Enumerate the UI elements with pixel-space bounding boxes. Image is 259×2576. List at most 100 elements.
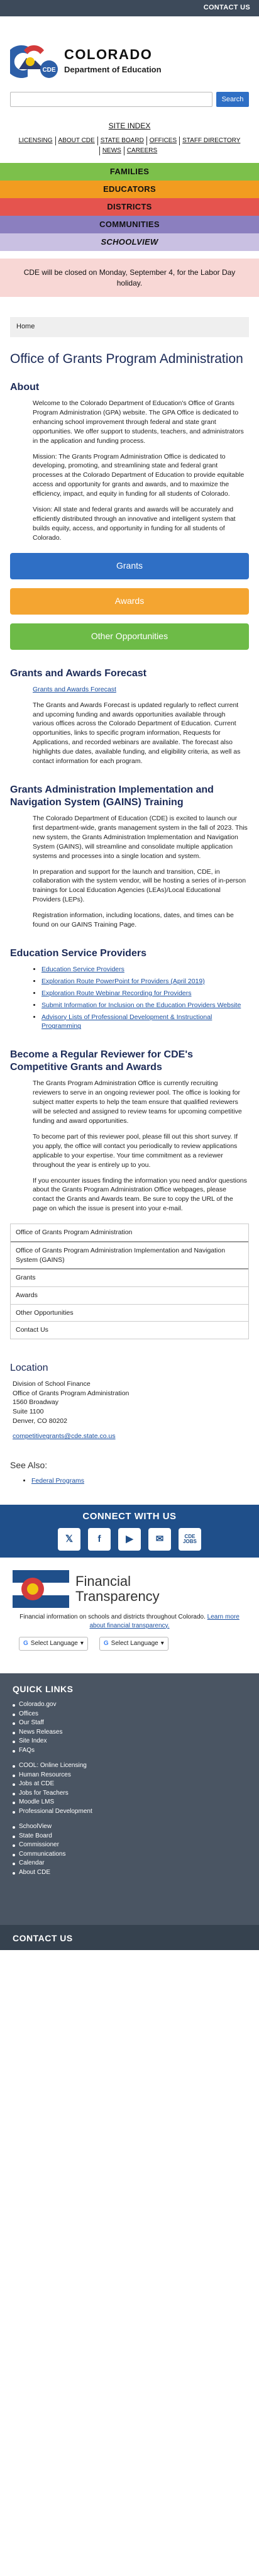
ql-about-cde[interactable]: About CDE [13, 1868, 246, 1878]
ql-our-staff[interactable]: Our Staff [13, 1719, 246, 1728]
forecast-heading: Grants and Awards Forecast [10, 667, 146, 679]
ql-commissioner[interactable]: Commissioner [13, 1841, 246, 1850]
nav-about-cde[interactable]: ABOUT CDE [55, 136, 97, 145]
financial-transparency[interactable]: Financial Transparency [0, 1558, 259, 1608]
nav-news[interactable]: NEWS [99, 146, 124, 155]
sidenav-grants[interactable]: Grants [11, 1269, 248, 1287]
connect-title: CONNECT WITH US [82, 1510, 177, 1522]
language-select-1[interactable]: G Select Language ▾ [19, 1636, 88, 1651]
gains-p2: In preparation and support for the launc… [33, 867, 246, 904]
ql-hr[interactable]: Human Resources [13, 1771, 246, 1780]
search-button[interactable]: Search [216, 92, 249, 107]
ql-site-index[interactable]: Site Index [13, 1737, 246, 1746]
esp-link-5[interactable]: Advisory Lists of Professional Developme… [41, 1013, 212, 1030]
quick-links-heading: QUICK LINKS [13, 1683, 74, 1694]
ql-calendar[interactable]: Calendar [13, 1859, 246, 1868]
colorado-logo-icon[interactable]: CDE [5, 42, 59, 79]
sidenav-gpa[interactable]: Office of Grants Program Administration [11, 1224, 248, 1242]
contact-us-link[interactable]: CONTACT US [204, 3, 250, 13]
search-bar: Search [0, 92, 259, 107]
sidenav-other[interactable]: Other Opportunities [11, 1305, 248, 1322]
site-subtitle: Department of Education [64, 65, 162, 75]
facebook-icon[interactable]: f [88, 1527, 111, 1551]
grants-button[interactable]: Grants [10, 552, 249, 579]
youtube-icon[interactable]: ▶ [118, 1527, 141, 1551]
transparency-title-1: Financial [75, 1573, 131, 1590]
language-selectors: G Select Language ▾ G Select Language ▾ [0, 1631, 259, 1657]
reviewer-p1: The Grants Program Administration Office… [33, 1079, 242, 1125]
band-districts[interactable]: DISTRICTS [0, 198, 259, 216]
nav-licensing[interactable]: LICENSING [16, 137, 55, 145]
reviewer-heading: Become a Regular Reviewer for CDE's Comp… [10, 1049, 194, 1073]
footer-contact[interactable]: CONTACT US [0, 1924, 259, 1950]
ql-pd[interactable]: Professional Development [13, 1807, 246, 1817]
top-bar: CONTACT US [0, 0, 259, 16]
language-select-2[interactable]: G Select Language ▾ [99, 1636, 168, 1651]
ql-offices[interactable]: Offices [13, 1710, 246, 1719]
forecast-body: Grants and Awards Forecast The Grants an… [0, 685, 259, 766]
sidenav-contact[interactable]: Contact Us [11, 1322, 248, 1339]
nav-offices[interactable]: OFFICES [146, 136, 179, 145]
gains-heading: Grants Administration Implementation and… [10, 784, 214, 808]
ql-news-releases[interactable]: News Releases [13, 1728, 246, 1737]
esp-heading: Education Service Providers [10, 947, 146, 959]
band-communities[interactable]: COMMUNITIES [0, 215, 259, 233]
band-educators[interactable]: EDUCATORS [0, 180, 259, 198]
ql-communications[interactable]: Communications [13, 1850, 246, 1860]
nav-state-board[interactable]: STATE BOARD [97, 136, 146, 145]
audience-bands: FAMILIES EDUCATORS DISTRICTS COMMUNITIES… [0, 162, 259, 251]
ql-moodle[interactable]: Moodle LMS [13, 1798, 246, 1807]
location-heading: Location [10, 1362, 48, 1373]
esp-link-1[interactable]: Education Service Providers [41, 966, 124, 973]
gains-p1: The Colorado Department of Education (CD… [33, 814, 248, 860]
esp-link-3[interactable]: Exploration Route Webinar Recording for … [41, 990, 192, 997]
esp-link-2[interactable]: Exploration Route PowerPoint for Provide… [41, 978, 205, 985]
site-index-link[interactable]: SITE INDEX [109, 121, 151, 130]
esp-body: Education Service Providers Exploration … [0, 965, 259, 1031]
page-title: Office of Grants Program Administration [10, 351, 243, 366]
other-opportunities-button[interactable]: Other Opportunities [10, 623, 249, 650]
ql-colorado-gov[interactable]: Colorado.gov [13, 1700, 246, 1710]
site-title: COLORADO [64, 46, 153, 62]
gains-body: The Colorado Department of Education (CD… [0, 814, 259, 930]
sidenav-awards[interactable]: Awards [11, 1287, 248, 1305]
see-also-heading: See Also: [10, 1460, 48, 1471]
about-heading: About [10, 382, 40, 393]
reviewer-p3: If you encounter issues finding the info… [33, 1176, 247, 1213]
about-vision: Vision: All state and federal grants and… [33, 506, 236, 542]
email-icon[interactable]: ✉ [148, 1527, 171, 1551]
gains-p3: Registration information, including loca… [33, 912, 234, 929]
cde-jobs-icon[interactable]: CDE JOBS [179, 1527, 201, 1551]
reviewer-p2: To become part of this reviewer pool, pl… [33, 1132, 238, 1169]
ql-faqs[interactable]: FAQs [13, 1746, 246, 1756]
sidenav-gains[interactable]: Office of Grants Program Administration … [11, 1242, 248, 1270]
location-email-link[interactable]: competitivegrants@cde.state.co.us [13, 1432, 116, 1440]
nav-staff-directory[interactable]: STAFF DIRECTORY [179, 136, 243, 145]
transparency-caption: Financial information on schools and dis… [19, 1613, 240, 1629]
forecast-text: The Grants and Awards Forecast is update… [33, 701, 241, 766]
closure-alert: CDE will be closed on Monday, September … [0, 258, 259, 298]
transparency-title-2: Transparency [75, 1588, 160, 1604]
connect-section: CONNECT WITH US 𝕏 f ▶ ✉ CDE JOBS [0, 1504, 259, 1558]
forecast-link[interactable]: Grants and Awards Forecast [33, 686, 116, 693]
svg-text:CDE: CDE [42, 67, 55, 74]
band-families[interactable]: FAMILIES [0, 162, 259, 181]
about-intro: Welcome to the Colorado Department of Ed… [33, 399, 244, 445]
ql-jobs-teachers[interactable]: Jobs for Teachers [13, 1789, 246, 1798]
ql-state-board[interactable]: State Board [13, 1832, 246, 1841]
search-input[interactable] [10, 92, 212, 107]
federal-programs-link[interactable]: Federal Programs [31, 1477, 84, 1485]
awards-button[interactable]: Awards [10, 588, 249, 615]
breadcrumb-home[interactable]: Home [16, 323, 35, 330]
ql-schoolview[interactable]: SchoolView [13, 1822, 246, 1832]
nav-careers[interactable]: CAREERS [123, 146, 160, 155]
reviewer-body: The Grants Program Administration Office… [0, 1079, 259, 1213]
twitter-icon[interactable]: 𝕏 [58, 1527, 80, 1551]
breadcrumb: Home [10, 317, 249, 337]
band-schoolview[interactable]: SCHOOLVIEW [0, 233, 259, 251]
ql-jobs-cde[interactable]: Jobs at CDE [13, 1780, 246, 1789]
transparency-logo-icon [13, 1570, 69, 1608]
about-mission: Mission: The Grants Program Administrati… [33, 452, 245, 498]
ql-cool[interactable]: COOL: Online Licensing [13, 1761, 246, 1771]
esp-link-4[interactable]: Submit Information for Inclusion on the … [41, 1001, 241, 1009]
